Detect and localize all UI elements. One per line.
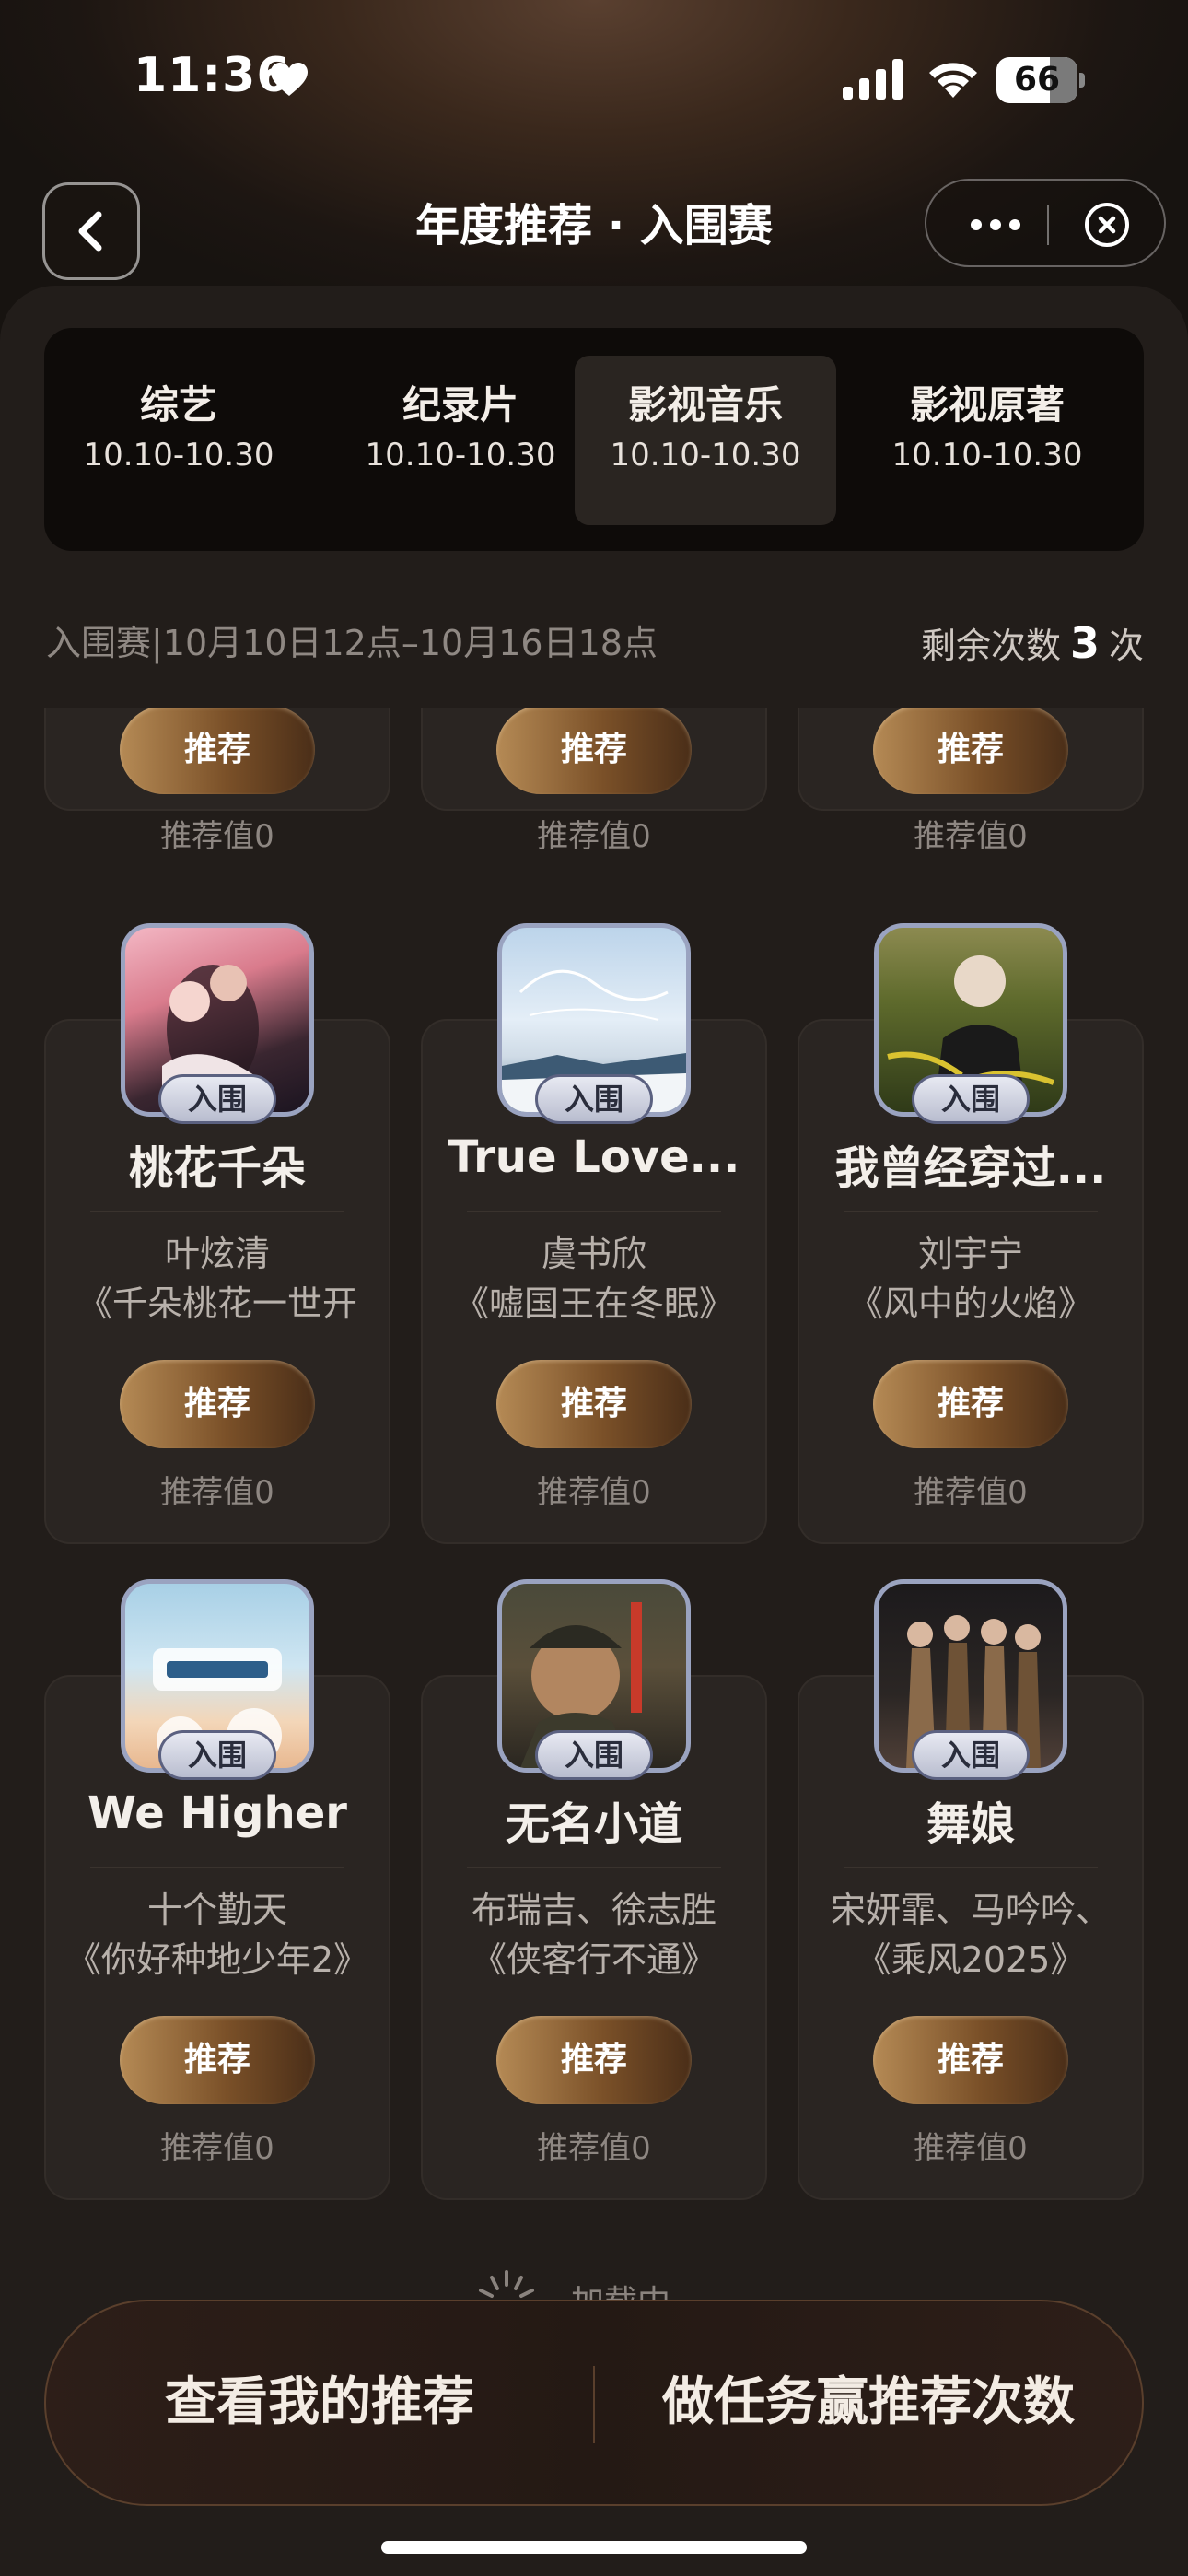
album-name: 《侠客行不通》: [471, 1939, 716, 1980]
recommend-button[interactable]: 推荐: [120, 1360, 315, 1448]
tab-date: 10.10-10.30: [610, 437, 801, 474]
song-title: We Higher: [87, 1787, 347, 1839]
finalist-badge: 入围: [535, 1730, 653, 1780]
tab-label: 影视音乐: [627, 382, 783, 427]
remaining-label: 剩余次数: [920, 626, 1061, 666]
card-divider: [467, 1211, 721, 1212]
recommend-value: 推荐值0: [160, 2130, 274, 2167]
song-title: 桃花千朵: [128, 1142, 306, 1194]
wifi-icon: [929, 63, 977, 98]
album-name: 《风中的火焰》: [847, 1283, 1093, 1324]
finalist-badge: 入围: [912, 1074, 1030, 1124]
close-icon[interactable]: [1083, 201, 1131, 249]
song-title: 舞娘: [926, 1798, 1015, 1850]
recommend-button[interactable]: 推荐: [120, 708, 315, 794]
round-info: 入围赛|10月10日12点–10月16日18点 剩余次数 3 次: [46, 615, 1144, 671]
recommend-value: 推荐值0: [914, 818, 1028, 855]
chevron-left-icon: [78, 211, 102, 252]
recommend-button[interactable]: 推荐: [873, 2016, 1068, 2104]
finalist-badge: 入围: [912, 1730, 1030, 1780]
my-recommendations-button[interactable]: 查看我的推荐: [46, 2301, 593, 2504]
artist-name: 刘宇宁: [917, 1234, 1023, 1274]
cellular-signal-icon: [843, 59, 903, 100]
card-divider: [844, 1211, 1098, 1212]
home-indicator: [381, 2541, 807, 2554]
artist-name: 布瑞吉、徐志胜: [471, 1890, 716, 1930]
recommend-button[interactable]: 推荐: [120, 2016, 315, 2104]
album-name: 《乘风2025》: [856, 1939, 1086, 1980]
tab-date: 10.10-10.30: [83, 437, 274, 474]
album-name: 《千朵桃花一世开: [76, 1283, 357, 1324]
recommend-value: 推荐值0: [914, 1474, 1028, 1511]
capsule-divider: [1047, 205, 1049, 245]
tab-date: 10.10-10.30: [891, 437, 1083, 474]
artist-name: 叶炫清: [164, 1234, 270, 1274]
card-divider: [844, 1867, 1098, 1868]
card-divider: [467, 1867, 721, 1868]
remaining-count: 3: [1069, 618, 1100, 668]
category-tabs: 综艺 10.10-10.30 纪录片 10.10-10.30 影视音乐 10.1…: [44, 328, 1144, 551]
heart-icon: [271, 63, 308, 96]
recommend-button[interactable]: 推荐: [496, 2016, 692, 2104]
tab-documentary[interactable]: 纪录片 10.10-10.30: [330, 356, 591, 525]
battery-indicator: 66: [996, 57, 1085, 103]
tab-original-works[interactable]: 影视原著 10.10-10.30: [856, 356, 1118, 525]
nominee-grid: 推荐 推荐 推荐 推荐值0 推荐值0 推荐值0 入围 入围 入围 桃花千朵 Tr…: [0, 708, 1188, 2255]
recommend-button[interactable]: 推荐: [496, 1360, 692, 1448]
card-divider: [90, 1867, 344, 1868]
tab-label: 综艺: [139, 382, 217, 427]
album-name: 《嘘国王在冬眠》: [453, 1283, 734, 1324]
bottom-action-bar: 查看我的推荐 做任务赢推荐次数: [44, 2300, 1144, 2506]
song-title: True Love...: [448, 1131, 740, 1183]
recommend-button[interactable]: 推荐: [873, 1360, 1068, 1448]
remaining-votes: 剩余次数 3 次: [921, 615, 1144, 673]
page-title: 年度推荐 · 入围赛: [415, 200, 773, 252]
mini-program-capsule: [925, 179, 1166, 267]
artist-name: 十个勤天: [146, 1890, 287, 1930]
battery-level-text: 66: [1013, 61, 1061, 99]
album-name: 《你好种地少年2》: [65, 1939, 369, 1980]
recommend-value: 推荐值0: [160, 818, 274, 855]
more-options-button[interactable]: [963, 181, 1028, 269]
artist-name: 宋妍霏、马吟吟、: [830, 1890, 1111, 1930]
finalist-badge: 入围: [535, 1074, 653, 1124]
tab-label: 纪录片: [402, 382, 518, 427]
finalist-badge: 入围: [158, 1074, 276, 1124]
dot-icon: [971, 219, 982, 230]
dot-icon: [990, 219, 1001, 230]
artist-name: 虞书欣: [541, 1234, 646, 1274]
recommend-value: 推荐值0: [160, 1474, 274, 1511]
recommend-value: 推荐值0: [537, 818, 651, 855]
dot-icon: [1009, 219, 1020, 230]
recommend-button[interactable]: 推荐: [873, 708, 1068, 794]
status-time: 11:36: [134, 48, 291, 103]
tasks-for-votes-button[interactable]: 做任务赢推荐次数: [595, 2301, 1142, 2504]
tab-film-music[interactable]: 影视音乐 10.10-10.30: [575, 356, 836, 525]
remaining-unit: 次: [1108, 626, 1144, 666]
tab-label: 影视原著: [909, 382, 1065, 427]
back-button[interactable]: [42, 182, 140, 280]
song-title: 无名小道: [505, 1798, 682, 1850]
song-title: 我曾经穿过...: [834, 1142, 1107, 1194]
finalist-badge: 入围: [158, 1730, 276, 1780]
status-bar: 11:36 66: [0, 0, 1188, 157]
recommend-value: 推荐值0: [537, 1474, 651, 1511]
recommend-value: 推荐值0: [537, 2130, 651, 2167]
card-divider: [90, 1211, 344, 1212]
recommend-button[interactable]: 推荐: [496, 708, 692, 794]
tab-date: 10.10-10.30: [365, 437, 556, 474]
round-period: 入围赛|10月10日12点–10月16日18点: [46, 623, 658, 663]
tab-variety[interactable]: 综艺 10.10-10.30: [48, 356, 309, 525]
recommend-value: 推荐值0: [914, 2130, 1028, 2167]
